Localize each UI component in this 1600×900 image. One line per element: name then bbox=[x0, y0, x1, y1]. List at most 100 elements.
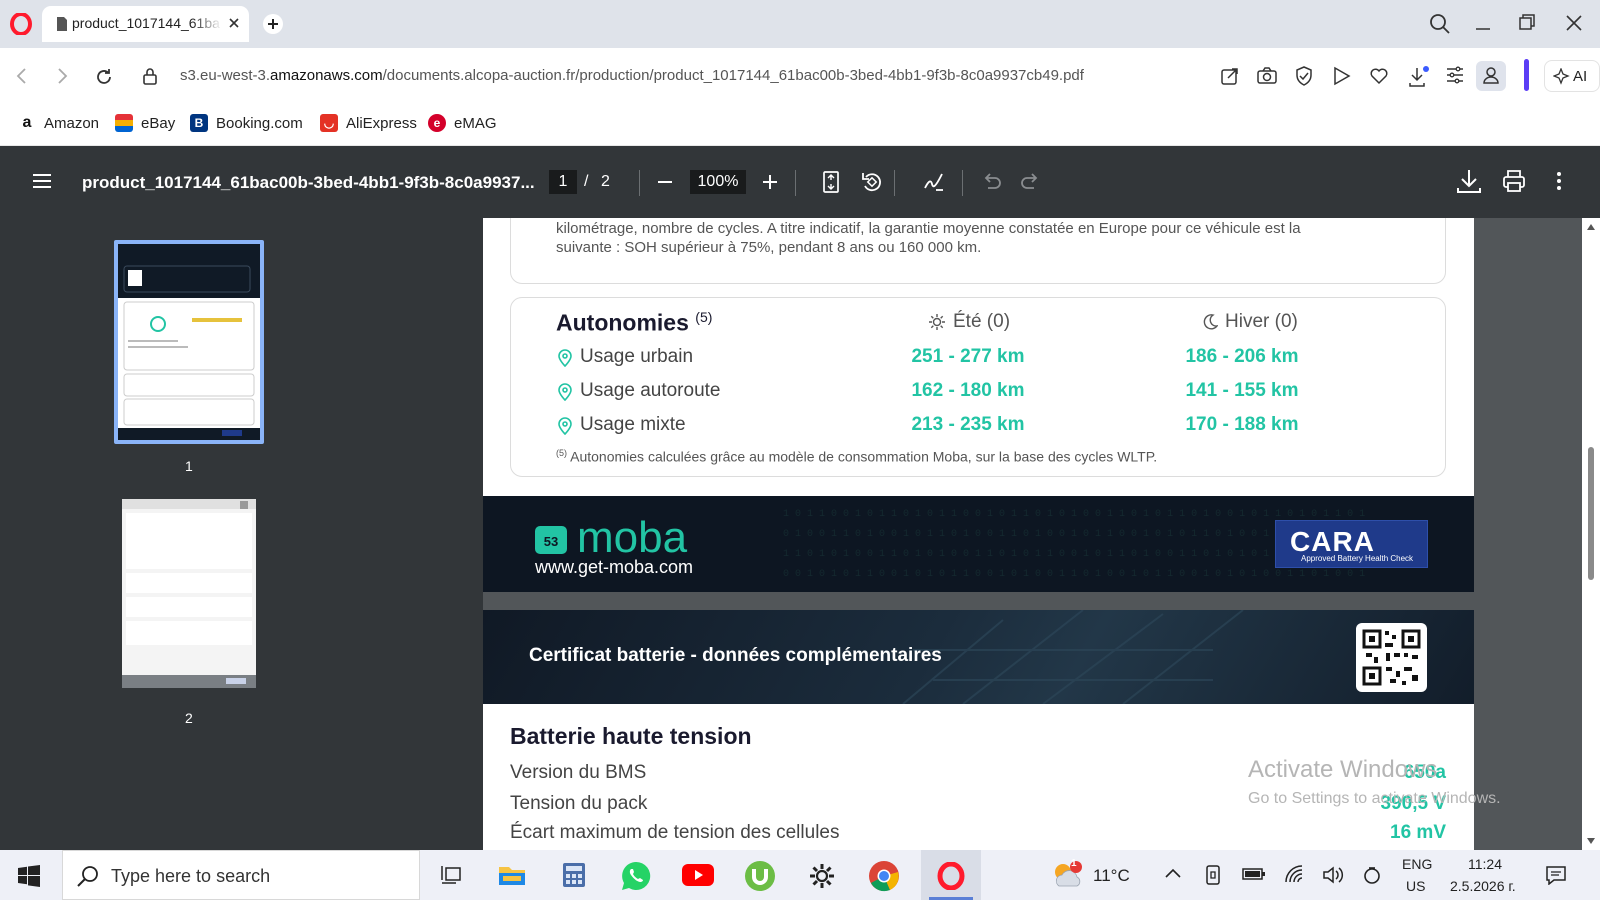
watermark-line2: Go to Settings to activate Windows. bbox=[1248, 790, 1501, 807]
location-pin-icon bbox=[558, 383, 572, 401]
opera-logo-icon[interactable] bbox=[10, 13, 32, 35]
redo-icon[interactable] bbox=[1020, 170, 1042, 194]
browser-tab[interactable]: product_1017144_61bac00b-3bed-4bb1-9f3b-… bbox=[42, 6, 249, 42]
pdf-viewer: product_1017144_61bac00b-3bed-4bb1-9f3b-… bbox=[0, 146, 1600, 850]
taskbar-opera[interactable] bbox=[921, 850, 981, 900]
bookmark-booking[interactable]: B Booking.com bbox=[190, 114, 303, 132]
taskbar-whatsapp[interactable] bbox=[606, 850, 666, 900]
page-thumbnail-1[interactable] bbox=[114, 240, 264, 444]
download-icon[interactable] bbox=[1456, 168, 1482, 194]
thumbnail-sidebar: 1 2 bbox=[0, 218, 483, 850]
scroll-up-icon[interactable] bbox=[1587, 224, 1595, 230]
undo-icon[interactable] bbox=[980, 170, 1002, 194]
annotate-icon[interactable] bbox=[922, 170, 946, 194]
camera-icon[interactable] bbox=[1257, 66, 1277, 86]
forward-icon[interactable] bbox=[54, 67, 70, 85]
windows-start-icon[interactable] bbox=[18, 865, 40, 887]
zoom-in-icon[interactable] bbox=[761, 170, 779, 194]
close-window-icon[interactable] bbox=[1564, 13, 1584, 33]
page2-header: Certificat batterie - données complément… bbox=[483, 610, 1474, 704]
youtube-icon bbox=[682, 864, 714, 886]
aria-sidebar-indicator[interactable] bbox=[1524, 59, 1529, 91]
shield-icon[interactable] bbox=[1295, 66, 1313, 86]
cara-badge: CARA Approved Battery Health Check bbox=[1275, 520, 1428, 568]
scrollbar-thumb[interactable] bbox=[1588, 447, 1594, 580]
bookmark-label: Amazon bbox=[44, 114, 100, 132]
share-icon[interactable] bbox=[1220, 66, 1240, 86]
task-view-button[interactable] bbox=[420, 850, 480, 900]
easy-setup-icon[interactable] bbox=[1446, 66, 1464, 84]
input-region[interactable]: US bbox=[1406, 878, 1425, 894]
pdf-toolbar: product_1017144_61bac00b-3bed-4bb1-9f3b-… bbox=[0, 146, 1600, 218]
volume-icon[interactable] bbox=[1322, 865, 1344, 885]
chevron-up-icon[interactable] bbox=[1164, 866, 1182, 880]
weather-widget[interactable]: 1 bbox=[1051, 858, 1085, 890]
fit-page-icon[interactable] bbox=[822, 170, 840, 194]
summer-label: Été (0) bbox=[953, 311, 1011, 332]
new-tab-button[interactable] bbox=[262, 13, 284, 35]
profile-button[interactable] bbox=[1476, 61, 1506, 91]
print-icon[interactable] bbox=[1502, 169, 1526, 193]
bookmarks-bar: a Amazon eBay B Booking.com ◡ AliExpress… bbox=[0, 102, 1600, 146]
watermark-line1: Activate Windows bbox=[1248, 756, 1438, 783]
lock-icon[interactable] bbox=[142, 67, 158, 85]
search-tabs-icon[interactable] bbox=[1429, 13, 1451, 35]
location-pin-icon bbox=[558, 349, 572, 367]
weather-badge: 1 bbox=[1071, 858, 1077, 869]
bookmark-emag[interactable]: e eMAG bbox=[428, 114, 497, 132]
reload-icon[interactable] bbox=[94, 67, 114, 87]
document-icon bbox=[56, 16, 68, 32]
send-icon[interactable] bbox=[1333, 66, 1351, 86]
wifi-icon[interactable] bbox=[1284, 865, 1304, 883]
taskbar-chrome[interactable] bbox=[854, 850, 914, 900]
taskbar-utorrent[interactable] bbox=[730, 850, 790, 900]
folder-icon bbox=[499, 867, 525, 885]
cara-subtitle: Approved Battery Health Check bbox=[1301, 554, 1414, 563]
clock-date[interactable]: 2.5.2026 г. bbox=[1450, 878, 1516, 894]
meet-now-icon[interactable] bbox=[1204, 865, 1222, 885]
ai-button[interactable]: AI bbox=[1544, 60, 1600, 92]
ai-label: AI bbox=[1573, 68, 1588, 85]
taskbar-calculator[interactable] bbox=[544, 850, 604, 900]
sync-icon[interactable] bbox=[1362, 865, 1382, 885]
notifications-icon[interactable] bbox=[1546, 865, 1566, 885]
bookmark-label: eBay bbox=[141, 114, 176, 132]
vertical-scrollbar[interactable] bbox=[1582, 218, 1600, 850]
zoom-out-icon[interactable] bbox=[656, 170, 674, 194]
page-thumbnail-2[interactable] bbox=[122, 499, 256, 688]
bookmark-label: Booking.com bbox=[216, 114, 303, 132]
footnote-mark: (5) bbox=[695, 309, 713, 325]
rotate-icon[interactable] bbox=[860, 170, 884, 194]
zoom-input[interactable]: 100% bbox=[690, 170, 746, 194]
scroll-down-icon[interactable] bbox=[1587, 838, 1595, 844]
restore-window-icon[interactable] bbox=[1518, 13, 1536, 33]
booking-icon: B bbox=[190, 114, 208, 132]
taskbar-settings[interactable] bbox=[792, 850, 852, 900]
summer-value: 251 - 277 km bbox=[911, 346, 1025, 367]
autonomies-card: Autonomies (5) Été (0) Hiver (0) Usage u… bbox=[510, 297, 1446, 477]
moba-url[interactable]: www.get-moba.com bbox=[535, 557, 693, 578]
browser-tab-strip: product_1017144_61bac00b-3bed-4bb1-9f3b-… bbox=[0, 0, 1600, 48]
clock-time[interactable]: 11:24 bbox=[1468, 856, 1502, 872]
location-pin-icon bbox=[558, 417, 572, 435]
taskbar-file-explorer[interactable] bbox=[482, 850, 542, 900]
more-options-icon[interactable] bbox=[1556, 170, 1562, 192]
opera-icon bbox=[937, 862, 965, 890]
bookmark-ebay[interactable]: eBay bbox=[115, 114, 175, 132]
back-icon[interactable] bbox=[14, 67, 30, 85]
downloads-icon[interactable] bbox=[1408, 66, 1430, 88]
close-tab-icon[interactable] bbox=[228, 17, 240, 29]
bookmark-aliexpress[interactable]: ◡ AliExpress bbox=[320, 114, 417, 132]
heart-icon[interactable] bbox=[1369, 66, 1389, 86]
minimize-window-icon[interactable] bbox=[1474, 13, 1492, 35]
qr-code bbox=[1356, 623, 1427, 692]
url-field[interactable]: s3.eu-west-3.amazonaws.com/documents.alc… bbox=[180, 67, 1084, 84]
taskbar-search-box[interactable]: Type here to search bbox=[62, 850, 420, 900]
bookmark-amazon[interactable]: a Amazon bbox=[18, 114, 99, 132]
input-language[interactable]: ENG bbox=[1402, 856, 1432, 872]
page-number-input[interactable]: 1 bbox=[549, 170, 577, 194]
menu-icon[interactable] bbox=[32, 172, 52, 190]
taskbar-youtube[interactable] bbox=[668, 850, 728, 900]
battery-row-label: Version du BMS bbox=[510, 762, 647, 783]
battery-icon[interactable] bbox=[1242, 867, 1266, 881]
